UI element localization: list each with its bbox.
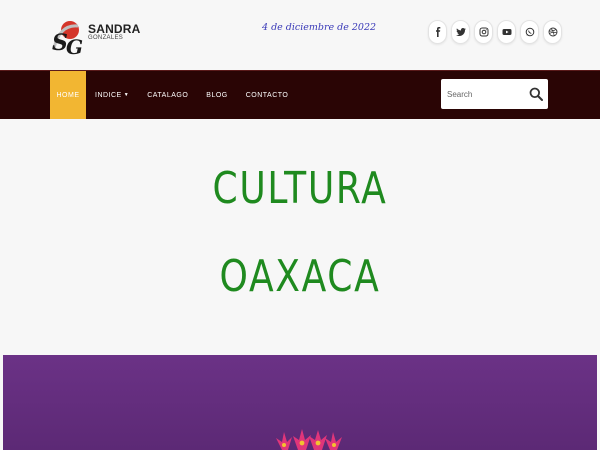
header-date: 4 de diciembre de 2022 [262,22,377,33]
flower-decoration-image [276,429,342,450]
nav-item-label: HOME [56,91,80,99]
whatsapp-icon[interactable] [520,20,539,44]
instagram-icon[interactable] [474,20,493,44]
hero-title-line1: CULTURA [212,163,388,214]
caret-down-icon: ▼ [123,92,130,98]
hero-title-line2: OAXACA [219,251,381,302]
nav-menu: HOME INDICE ▼ CATALAGO BLOG CONTACTO [50,71,297,119]
logo-mark-icon: S G [52,21,83,58]
brand-name: SANDRA [88,22,141,36]
hero-banner: CULTURA OAXACA [0,119,600,355]
nav-item-label: INDICE [95,91,122,99]
search-input[interactable] [441,80,525,108]
nav-item-blog[interactable]: BLOG [197,71,236,119]
top-header: S G SANDRA GONZALES 4 de diciembre de 20… [0,0,600,70]
search-box [441,79,548,109]
nav-item-contacto[interactable]: CONTACTO [237,71,298,119]
nav-item-indice[interactable]: INDICE ▼ [86,71,138,119]
nav-item-catalago[interactable]: CATALAGO [138,71,197,119]
site-logo[interactable]: S G SANDRA GONZALES [50,18,140,58]
brand-subtitle: GONZALES [88,35,124,41]
svg-text:G: G [66,35,83,58]
social-links [428,20,562,44]
twitter-icon[interactable] [451,20,470,44]
nav-item-label: CATALAGO [147,91,189,99]
nav-item-home[interactable]: HOME [50,71,86,119]
nav-item-label: CONTACTO [245,91,289,99]
search-icon[interactable] [529,87,543,101]
dribbble-icon[interactable] [543,20,562,44]
youtube-icon[interactable] [497,20,516,44]
nav-item-label: BLOG [206,91,228,99]
facebook-icon[interactable] [428,20,447,44]
